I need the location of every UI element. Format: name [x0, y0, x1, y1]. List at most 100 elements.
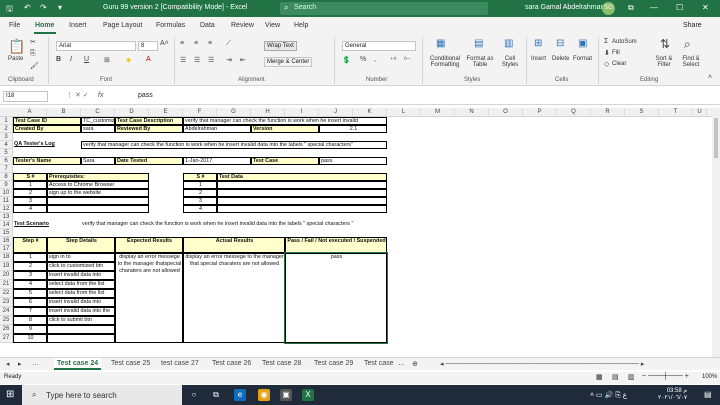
row-header[interactable]: 10: [0, 189, 13, 197]
tab-view[interactable]: View: [265, 22, 280, 29]
sort-filter-icon[interactable]: ⇅: [660, 37, 670, 51]
cell-step-number[interactable]: 8: [13, 316, 47, 325]
system-tray-icons[interactable]: ˄ ▭ 🔊 ⎘ ع: [590, 391, 627, 400]
cell-step-number[interactable]: 7: [13, 307, 47, 316]
notifications-icon[interactable]: ▤: [704, 390, 712, 399]
column-header[interactable]: F: [183, 108, 217, 117]
align-left-icon[interactable]: ☰: [180, 56, 186, 64]
format-painter-icon[interactable]: 🖌: [30, 62, 39, 70]
close-icon[interactable]: ✕: [702, 3, 709, 12]
bold-icon[interactable]: B: [56, 56, 61, 63]
column-header[interactable]: M: [421, 108, 455, 117]
cell-step-detail[interactable]: [47, 325, 115, 334]
paste-button[interactable]: Paste: [8, 56, 23, 62]
cell-actual-result[interactable]: display an error messege to the manager …: [183, 253, 285, 343]
more-sheets-icon[interactable]: …: [32, 360, 39, 367]
column-header[interactable]: B: [47, 108, 81, 117]
cell-step-number[interactable]: 5: [13, 289, 47, 298]
formula-input[interactable]: pass: [138, 92, 153, 99]
column-header[interactable]: G: [217, 108, 251, 117]
row-header[interactable]: 7: [0, 165, 13, 173]
clear-icon[interactable]: ◇: [604, 60, 609, 68]
fill-color-icon[interactable]: ◈: [126, 56, 131, 64]
tab-help[interactable]: Help: [294, 22, 308, 29]
minimize-icon[interactable]: —: [650, 3, 658, 12]
delete-cells-icon[interactable]: ⊟: [556, 38, 564, 49]
cell-description-label[interactable]: Test Case Description: [115, 117, 183, 125]
cell-testdata-number[interactable]: 1: [183, 181, 217, 189]
cell-testdata-number[interactable]: 2: [183, 189, 217, 197]
number-format-combo[interactable]: General: [342, 41, 416, 51]
cell-prereq-text[interactable]: [47, 197, 149, 205]
cell-actual-header[interactable]: Actual Results: [183, 237, 285, 253]
column-header[interactable]: H: [251, 108, 285, 117]
sheet-tab[interactable]: test case 27: [161, 360, 199, 367]
row-header[interactable]: 1: [0, 117, 13, 125]
sheet-tab[interactable]: Test case 29: [314, 360, 353, 367]
cell-step-number[interactable]: 4: [13, 280, 47, 289]
italic-icon[interactable]: I: [70, 56, 72, 63]
user-name[interactable]: sara Gamal Abdelrahman: [525, 4, 604, 11]
cell-prereq-sn-header[interactable]: S #: [13, 173, 47, 181]
orientation-icon[interactable]: ⟋: [226, 40, 231, 48]
cell-description[interactable]: verify that manager can check the functi…: [183, 117, 387, 125]
cell-step-detail[interactable]: click to submit btn: [47, 316, 115, 325]
cell-qa-log-label[interactable]: QA Tester's Log: [13, 141, 81, 149]
column-header[interactable]: S: [625, 108, 659, 117]
column-header[interactable]: R: [591, 108, 625, 117]
column-header[interactable]: Q: [557, 108, 591, 117]
font-color-icon[interactable]: A: [146, 56, 151, 63]
borders-icon[interactable]: ⊞: [104, 56, 110, 64]
vertical-scrollbar[interactable]: [712, 108, 720, 357]
cell-testdata-value[interactable]: [217, 189, 387, 197]
column-header[interactable]: N: [455, 108, 489, 117]
sheet-tab[interactable]: Test case 25: [111, 360, 150, 367]
cell-testdata-number[interactable]: 3: [183, 197, 217, 205]
cell-step-number[interactable]: 10: [13, 334, 47, 343]
cell-prereq-number[interactable]: 3: [13, 197, 47, 205]
cell-date-tested[interactable]: 1-Jan-2017: [183, 157, 251, 165]
column-header[interactable]: O: [489, 108, 523, 117]
excel-taskbar-icon[interactable]: X: [302, 389, 314, 401]
copy-icon[interactable]: ⎘: [30, 50, 36, 58]
cell-status-result[interactable]: pass: [284, 252, 388, 344]
autosum-button[interactable]: AutoSum: [612, 39, 637, 45]
row-header[interactable]: 14: [0, 221, 13, 229]
cell-prereq-text[interactable]: sign up to the website: [47, 189, 149, 197]
font-name-combo[interactable]: Arial: [56, 41, 136, 51]
horizontal-scrollbar[interactable]: ◂ ──────────────────────────────────────…: [440, 360, 644, 368]
insert-function-button[interactable]: fx: [98, 92, 103, 99]
sheet-tab[interactable]: Test case: [364, 360, 394, 367]
cell-testdata-value[interactable]: [217, 205, 387, 213]
row-header[interactable]: 24: [0, 307, 13, 316]
row-header[interactable]: 16: [0, 237, 13, 245]
cell-step-header[interactable]: Step #: [13, 237, 47, 253]
row-header[interactable]: 4: [0, 141, 13, 149]
cell-version-label[interactable]: Version: [251, 125, 319, 133]
align-middle-icon[interactable]: ≡: [194, 40, 198, 47]
page-break-view-icon[interactable]: ▥: [628, 373, 635, 381]
format-as-table-button[interactable]: Format as Table: [464, 56, 496, 68]
customize-qa-icon[interactable]: ▾: [58, 3, 62, 12]
cell-test-case-label[interactable]: Test Case: [251, 157, 319, 165]
maximize-icon[interactable]: ☐: [676, 3, 683, 12]
cell-step-number[interactable]: 3: [13, 271, 47, 280]
cell-testdata-sn-header[interactable]: S #: [183, 173, 217, 181]
format-cells-icon[interactable]: ▣: [578, 38, 587, 49]
paste-icon[interactable]: 📋: [8, 38, 25, 55]
wrap-text-button[interactable]: Wrap Text: [264, 41, 297, 51]
row-header[interactable]: 13: [0, 213, 13, 221]
cell-styles-button[interactable]: Cell Styles: [498, 56, 522, 68]
cell-styles-icon[interactable]: ▥: [504, 38, 513, 49]
collapse-ribbon-icon[interactable]: ˄: [708, 74, 712, 81]
normal-view-icon[interactable]: ▦: [596, 373, 603, 381]
task-view-icon[interactable]: ⧉: [210, 389, 222, 401]
underline-icon[interactable]: U: [84, 56, 89, 63]
cell-date-tested-label[interactable]: Date Tested: [115, 157, 183, 165]
cell-prereq-text[interactable]: Access to Chrome Browser: [47, 181, 149, 189]
cell-step-detail[interactable]: insert invalid data into the: [47, 307, 115, 316]
find-select-icon[interactable]: ⌕: [684, 37, 691, 52]
accounting-icon[interactable]: 💲: [342, 56, 351, 64]
align-center-icon[interactable]: ☰: [194, 56, 200, 64]
avatar[interactable]: SG: [602, 2, 615, 15]
